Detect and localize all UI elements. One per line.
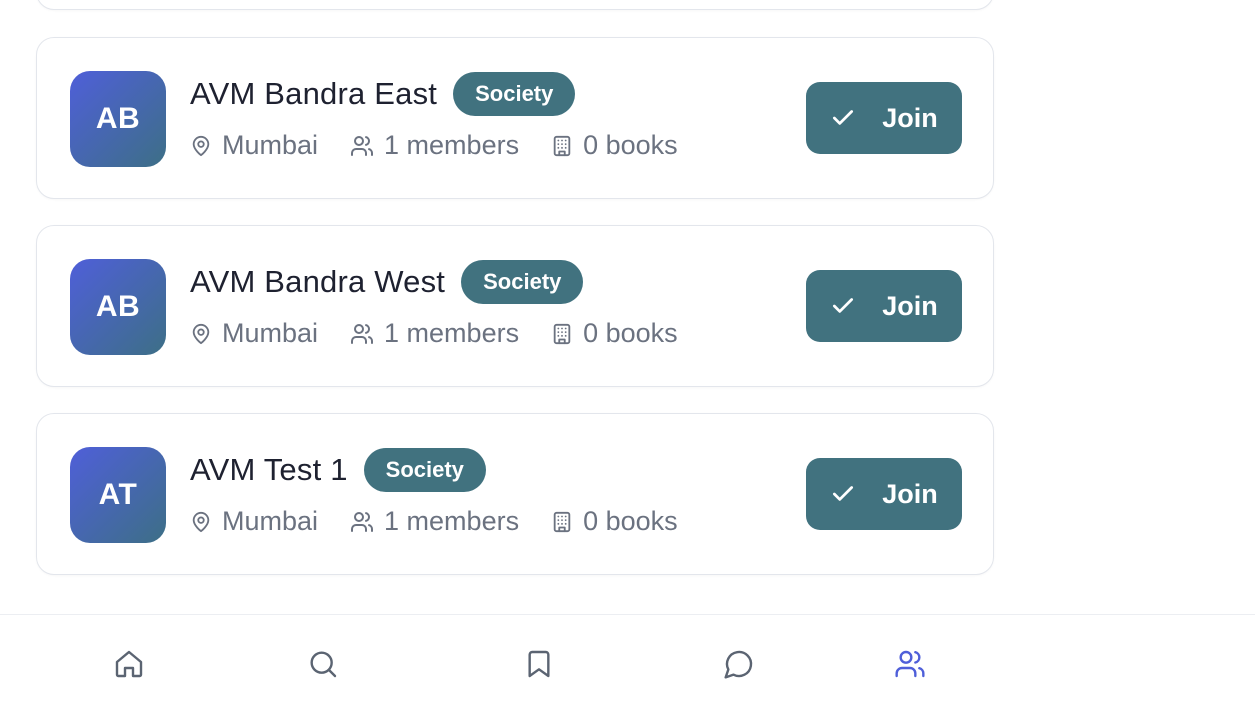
- check-icon: [833, 110, 854, 125]
- group-name: AVM Test 1: [190, 452, 348, 487]
- group-members: 1 members: [350, 506, 519, 537]
- group-type-badge: Society: [363, 448, 486, 492]
- users-icon: [895, 650, 925, 678]
- join-button[interactable]: Join: [806, 458, 962, 530]
- group-location: Mumbai: [190, 318, 318, 349]
- users-icon: [351, 511, 374, 532]
- group-avatar: AB: [70, 71, 166, 167]
- map-pin-icon: [192, 323, 210, 344]
- group-books: 0 books: [551, 318, 678, 349]
- nav-bookmarks[interactable]: [522, 647, 556, 681]
- group-type-badge: Society: [453, 72, 576, 116]
- join-button[interactable]: Join: [806, 82, 962, 154]
- group-card-partial[interactable]: [36, 0, 994, 10]
- group-meta: Mumbai 1 members 0 books: [190, 318, 710, 349]
- map-pin-icon: [192, 135, 210, 156]
- join-button[interactable]: Join: [806, 270, 962, 342]
- group-members: 1 members: [350, 318, 519, 349]
- group-meta: Mumbai 1 members 0 books: [190, 130, 710, 161]
- group-name: AVM Bandra East: [190, 76, 438, 111]
- group-card[interactable]: AB AVM Bandra East Society Mumbai 1 memb…: [36, 37, 994, 199]
- join-label: Join: [882, 478, 938, 509]
- nav-groups[interactable]: [893, 647, 927, 681]
- check-icon: [833, 298, 854, 313]
- group-avatar: AT: [70, 447, 166, 543]
- map-pin-icon: [192, 511, 210, 532]
- group-card[interactable]: AT AVM Test 1 Society Mumbai 1 members 0…: [36, 413, 994, 575]
- group-card[interactable]: AB AVM Bandra West Society Mumbai 1 memb…: [36, 225, 994, 387]
- group-title-row: AVM Bandra East Society: [190, 72, 576, 116]
- members-text: 1 members: [384, 318, 520, 348]
- group-title-row: AVM Bandra West Society: [190, 260, 584, 304]
- group-members: 1 members: [350, 130, 519, 161]
- nav-home[interactable]: [112, 647, 146, 681]
- group-title-row: AVM Test 1 Society: [190, 448, 486, 492]
- bottom-nav: [0, 614, 1255, 712]
- books-text: 0 books: [583, 318, 678, 348]
- bookmark-icon: [528, 650, 550, 678]
- search-icon: [310, 651, 337, 678]
- group-list-screen: AB AVM Bandra East Society Mumbai 1 memb…: [0, 0, 1255, 712]
- users-icon: [351, 323, 374, 344]
- nav-search[interactable]: [306, 647, 340, 681]
- users-icon: [351, 135, 374, 156]
- books-text: 0 books: [583, 506, 678, 536]
- group-location: Mumbai: [190, 506, 318, 537]
- chat-icon: [724, 650, 753, 679]
- location-text: Mumbai: [222, 506, 319, 536]
- members-text: 1 members: [384, 130, 520, 160]
- group-type-badge: Society: [461, 260, 584, 304]
- group-location: Mumbai: [190, 130, 318, 161]
- building-icon: [553, 323, 571, 344]
- group-books: 0 books: [551, 130, 678, 161]
- group-avatar: AB: [70, 259, 166, 355]
- join-label: Join: [882, 102, 938, 133]
- home-icon: [115, 650, 143, 678]
- building-icon: [553, 511, 571, 532]
- check-icon: [833, 486, 854, 501]
- building-icon: [553, 135, 571, 156]
- join-label: Join: [882, 290, 938, 321]
- members-text: 1 members: [384, 506, 520, 536]
- location-text: Mumbai: [222, 130, 319, 160]
- group-meta: Mumbai 1 members 0 books: [190, 506, 710, 537]
- group-name: AVM Bandra West: [190, 264, 446, 299]
- group-books: 0 books: [551, 506, 678, 537]
- books-text: 0 books: [583, 130, 678, 160]
- nav-messages[interactable]: [722, 647, 756, 681]
- location-text: Mumbai: [222, 318, 319, 348]
